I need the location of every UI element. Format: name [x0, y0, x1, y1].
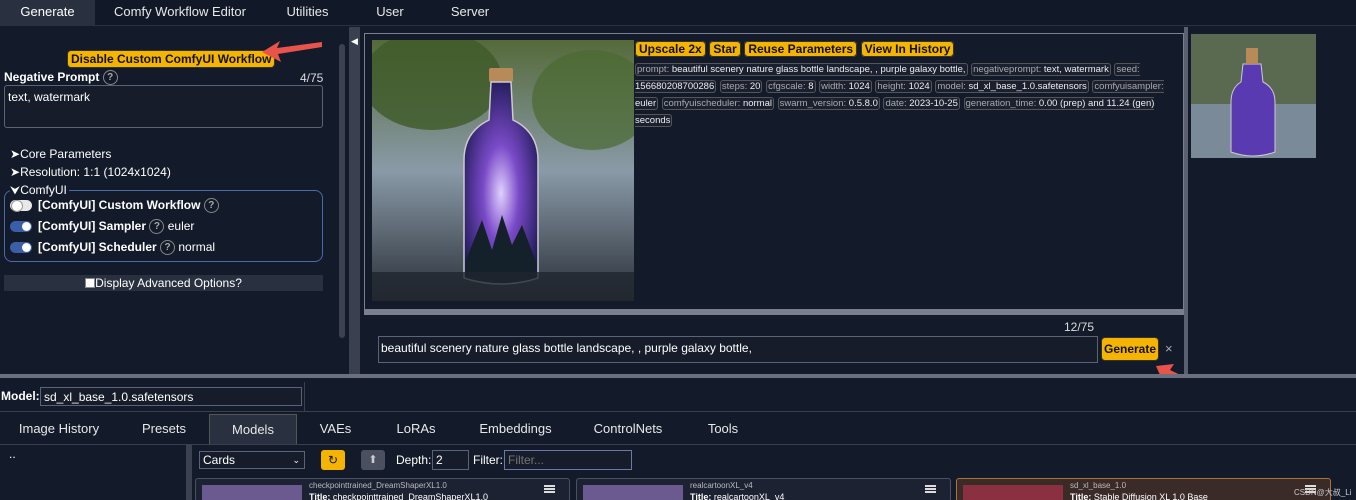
sampler-toggle[interactable] [10, 221, 32, 232]
history-thumbnail[interactable] [1191, 34, 1316, 158]
help-icon[interactable]: ? [102, 70, 118, 86]
help-icon[interactable]: ? [149, 219, 165, 235]
disable-custom-workflow-button[interactable]: Disable Custom ComfyUI Workflow [67, 50, 276, 68]
model-card[interactable]: realcartoonXL_v4 Title: realcartoonXL_v4 [576, 478, 951, 500]
center-divider[interactable] [364, 310, 1184, 315]
annotation-arrow [262, 41, 322, 62]
tab-controlnets[interactable]: ControlNets [573, 414, 683, 444]
meta-model: model: sd_xl_base_1.0.safetensors [935, 80, 1089, 93]
generate-button[interactable]: Generate [1101, 337, 1160, 361]
meta-prompt: prompt: beautiful scenery nature glass b… [635, 63, 968, 76]
meta-date: date: 2023-10-25 [883, 97, 960, 110]
tab-embeddings[interactable]: Embeddings [458, 414, 573, 444]
menu-icon[interactable] [544, 485, 555, 493]
model-filename: realcartoonXL_v4 [690, 481, 753, 490]
negative-token-count: 4/75 [300, 71, 324, 85]
tab-user[interactable]: User [350, 0, 430, 26]
sampler-label: [ComfyUI] Sampler ? euler [38, 219, 195, 235]
right-splitter[interactable] [1184, 27, 1188, 375]
meta-width: width: 1024 [819, 80, 872, 93]
tab-tools[interactable]: Tools [683, 414, 763, 444]
custom-workflow-label: [ComfyUI] Custom Workflow ? [38, 198, 219, 214]
comfyui-group-toggle[interactable]: ⮟ComfyUI [10, 183, 69, 198]
scheduler-value[interactable]: normal [178, 240, 215, 254]
refresh-icon[interactable]: ↻ [321, 450, 345, 470]
meta-height: height: 1024 [875, 80, 932, 93]
image-metadata: prompt: beautiful scenery nature glass b… [635, 60, 1175, 128]
model-thumbnail [963, 485, 1063, 500]
generated-image[interactable] [372, 40, 634, 301]
tab-image-history[interactable]: Image History [0, 414, 118, 444]
model-label: Model: [1, 389, 40, 403]
meta-swarm-version: swarm_version: 0.5.8.0 [777, 97, 880, 110]
model-filename: sd_xl_base_1.0 [1070, 481, 1127, 490]
folder-up[interactable]: .. [9, 447, 16, 461]
view-mode-select[interactable]: Cards ⌄ [199, 451, 305, 469]
chevron-down-icon: ⌄ [292, 455, 300, 465]
model-title: Title: realcartoonXL_v4 [690, 492, 785, 500]
star-button[interactable]: Star [709, 41, 741, 57]
prompt-token-count: 12/75 [1064, 320, 1095, 334]
model-thumbnail [202, 485, 302, 500]
tab-server[interactable]: Server [430, 0, 510, 26]
reuse-parameters-button[interactable]: Reuse Parameters [744, 41, 858, 57]
model-card[interactable]: checkpointtrained_DreamShaperXL1.0 Title… [195, 478, 570, 500]
help-icon[interactable]: ? [160, 240, 176, 256]
tab-generate[interactable]: Generate [0, 0, 95, 26]
model-input[interactable] [40, 387, 302, 406]
help-icon[interactable]: ? [203, 198, 219, 214]
negative-prompt-label: Negative Prompt ? [4, 70, 118, 86]
meta-cfgscale: cfgscale: 8 [766, 80, 816, 93]
tab-vaes[interactable]: VAEs [297, 414, 374, 444]
meta-comfyuischeduler: comfyuischeduler: normal [661, 97, 774, 110]
model-card-selected[interactable]: sd_xl_base_1.0 Title: Stable Diffusion X… [956, 478, 1331, 500]
left-scrollbar[interactable] [339, 44, 345, 338]
scheduler-label: [ComfyUI] Scheduler ? normal [38, 240, 216, 256]
collapse-left-icon[interactable]: ◀ [351, 36, 358, 47]
sampler-value[interactable]: euler [168, 219, 195, 233]
advanced-options-checkbox[interactable] [85, 278, 96, 288]
filter-input[interactable] [504, 450, 632, 470]
meta-steps: steps: 20 [719, 80, 763, 93]
panel-splitter[interactable] [349, 27, 360, 375]
view-in-history-button[interactable]: View In History [860, 41, 955, 57]
meta-negativeprompt: negativeprompt: text, watermark [971, 63, 1111, 76]
depth-label: Depth: [396, 453, 432, 467]
core-parameters-toggle[interactable]: ➤Core Parameters [10, 147, 111, 161]
advanced-options-row[interactable]: Display Advanced Options? [4, 275, 323, 291]
tab-comfy-workflow-editor[interactable]: Comfy Workflow Editor [95, 0, 265, 26]
resolution-toggle[interactable]: ➤Resolution: 1:1 (1024x1024) [10, 165, 171, 179]
depth-input[interactable] [432, 450, 469, 470]
top-nav: Generate Comfy Workflow Editor Utilities… [0, 0, 1356, 26]
model-filename: checkpointtrained_DreamShaperXL1.0 [309, 481, 447, 490]
model-thumbnail [583, 485, 683, 500]
model-bar-divider [304, 382, 305, 412]
tabs-divider [0, 444, 1356, 445]
folder-scrollbar[interactable] [186, 445, 192, 500]
upscale-button[interactable]: Upscale 2x [635, 41, 706, 57]
tab-presets[interactable]: Presets [118, 414, 210, 444]
model-title: Title: checkpointtrained_DreamShaperXL1.… [309, 492, 488, 500]
filter-label: Filter: [473, 453, 503, 467]
model-title: Title: Stable Diffusion XL 1.0 Base [1070, 492, 1208, 500]
custom-workflow-toggle[interactable] [10, 200, 32, 212]
prompt-input[interactable]: beautiful scenery nature glass bottle la… [378, 336, 1098, 363]
watermark: CSDN@大叔_Li [1294, 488, 1352, 497]
up-icon[interactable]: ⬆ [361, 450, 385, 470]
image-actions: Upscale 2x Star Reuse Parameters View In… [635, 41, 955, 58]
negative-prompt-input[interactable]: text, watermark [4, 85, 323, 128]
tab-utilities[interactable]: Utilities [265, 0, 350, 26]
menu-icon[interactable] [925, 485, 936, 493]
tab-loras[interactable]: LoRAs [374, 414, 458, 444]
tab-models[interactable]: Models [209, 414, 297, 444]
scheduler-toggle[interactable] [10, 242, 32, 253]
cancel-icon[interactable]: × [1165, 341, 1173, 356]
